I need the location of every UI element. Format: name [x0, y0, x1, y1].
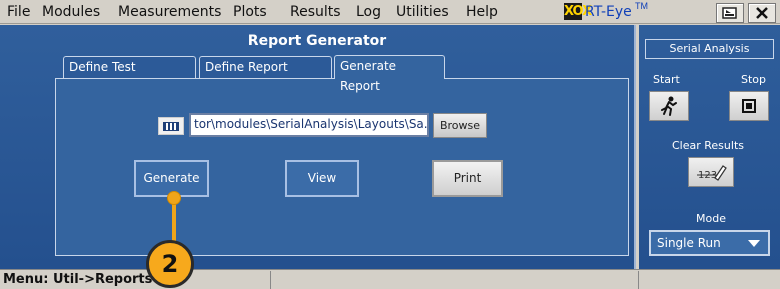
- mode-value: Single Run: [657, 236, 721, 250]
- close-icon: [756, 7, 768, 19]
- callout-dot: [167, 191, 181, 205]
- menu-bar: File Modules Measurements Plots Results …: [0, 0, 780, 24]
- stop-button[interactable]: [729, 91, 769, 121]
- eraser-icon: 123: [697, 165, 727, 181]
- tab-define-test-template[interactable]: Define Test Template: [63, 56, 196, 94]
- step-callout: 2: [146, 240, 194, 288]
- view-button[interactable]: View: [285, 160, 359, 197]
- menu-plots[interactable]: Plots: [233, 4, 267, 20]
- run-icon: [661, 96, 677, 116]
- close-button[interactable]: [748, 3, 776, 23]
- report-generator-panel: Report Generator Define Test Template De…: [0, 25, 636, 269]
- print-button[interactable]: Print: [432, 160, 503, 197]
- status-text: Menu: Util->Reports: [3, 272, 153, 287]
- menu-help[interactable]: Help: [466, 4, 498, 20]
- trademark: TM: [635, 1, 648, 11]
- start-label: Start: [653, 73, 680, 86]
- mode-select[interactable]: Single Run: [649, 230, 770, 256]
- start-button[interactable]: [649, 91, 689, 121]
- chevron-down-icon: [748, 240, 760, 247]
- clear-results-label: Clear Results: [672, 139, 744, 152]
- panel-title: Report Generator: [247, 33, 387, 49]
- stop-label: Stop: [741, 73, 767, 86]
- product-name: RT-Eye: [585, 4, 632, 20]
- tab-generate-report[interactable]: Generate Report: [334, 55, 445, 93]
- menu-file[interactable]: File: [7, 4, 30, 20]
- menu-measurements[interactable]: Measurements: [118, 4, 221, 20]
- logo-mark: XOX: [564, 3, 592, 20]
- clear-results-button[interactable]: 123: [688, 157, 734, 187]
- status-divider: [638, 271, 639, 289]
- minimize-icon: [722, 7, 737, 19]
- status-divider: [270, 271, 271, 289]
- browse-button[interactable]: Browse: [433, 113, 487, 138]
- menu-modules[interactable]: Modules: [42, 4, 100, 20]
- mode-label: Mode: [696, 212, 726, 225]
- menu-log[interactable]: Log: [356, 4, 381, 20]
- tab-define-report-layout[interactable]: Define Report Layout: [199, 56, 332, 94]
- layout-path-field[interactable]: tor\modules\SerialAnalysis\Layouts\Sa.rp…: [189, 113, 429, 137]
- menu-results[interactable]: Results: [290, 4, 341, 20]
- status-bar: Menu: Util->Reports: [0, 269, 780, 289]
- stop-icon: [742, 99, 756, 113]
- serial-analysis-panel: Serial Analysis Start Stop Clear Results…: [639, 25, 780, 269]
- app-logo: XOX RT-Eye TM: [564, 1, 648, 22]
- side-panel-title: Serial Analysis: [645, 39, 774, 59]
- menu-utilities[interactable]: Utilities: [396, 4, 449, 20]
- minimize-button[interactable]: [716, 3, 744, 23]
- file-icon[interactable]: [158, 117, 184, 135]
